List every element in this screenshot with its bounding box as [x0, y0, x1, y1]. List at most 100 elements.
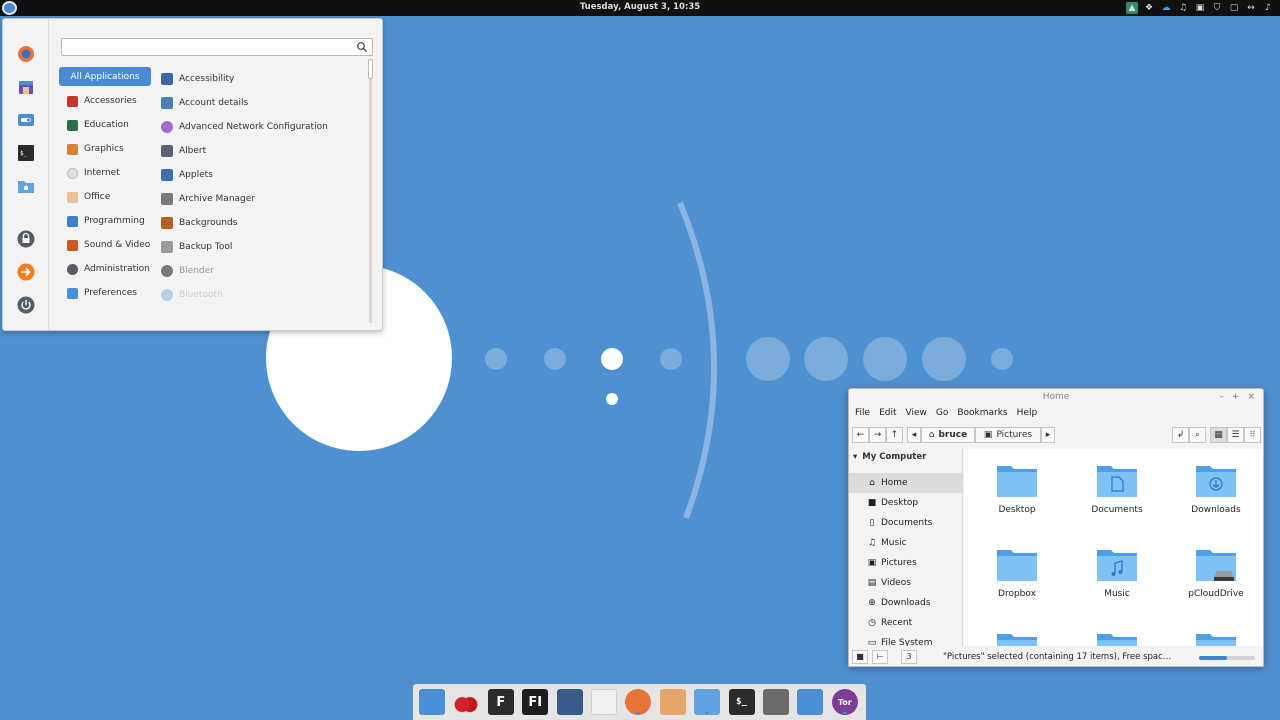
up-button[interactable]: ↑	[886, 427, 903, 443]
app-accessibility[interactable]: Accessibility	[161, 67, 365, 91]
category-sound-video[interactable]: Sound & Video	[59, 233, 151, 257]
clipboard-icon[interactable]: ▣	[1194, 2, 1206, 14]
app-applets[interactable]: Applets	[161, 163, 365, 187]
sidebar-item-videos[interactable]: ▤ Videos	[849, 573, 962, 593]
sidebar-item-file-system[interactable]: ▭ File System	[849, 633, 962, 646]
status-text: "Pictures" selected (containing 17 items…	[943, 652, 1175, 662]
lock-icon[interactable]	[17, 230, 35, 248]
menu-bookmarks[interactable]: Bookmarks	[957, 408, 1007, 418]
sidebar-item-recent[interactable]: ◷ Recent	[849, 613, 962, 633]
list-view-button[interactable]: ☰	[1227, 427, 1244, 443]
category-graphics[interactable]: Graphics	[59, 137, 151, 161]
show-tree-button[interactable]: ⊢	[872, 650, 888, 664]
back-button[interactable]: ←	[852, 427, 869, 443]
eye-icon[interactable]	[659, 689, 686, 715]
folder-icon[interactable]	[694, 689, 721, 715]
breadcrumb-bruce[interactable]: ⌂ bruce	[921, 427, 975, 443]
menu-scrollbar-thumb[interactable]	[368, 59, 373, 79]
folder-partial[interactable]	[1072, 617, 1162, 646]
media-player-icon[interactable]	[556, 689, 583, 715]
network-icon[interactable]: ↔	[1245, 2, 1257, 14]
folder-music[interactable]: Music	[1072, 533, 1162, 599]
power-icon[interactable]	[17, 296, 35, 314]
menu-file[interactable]: File	[855, 408, 870, 418]
folder-downloads[interactable]: Downloads	[1171, 449, 1261, 515]
app-blender[interactable]: Blender	[161, 259, 365, 283]
window-icon[interactable]: ▢	[1228, 2, 1240, 14]
folder-pclouddrive[interactable]: pCloudDrive	[1171, 533, 1261, 599]
sidebar-heading[interactable]: ▾ My Computer	[849, 449, 962, 465]
app-advanced-network-configuration[interactable]: Advanced Network Configuration	[161, 115, 365, 139]
folder-partial[interactable]	[1171, 617, 1261, 646]
terminal-icon[interactable]: $_	[728, 689, 755, 715]
app-backup-tool[interactable]: Backup Tool	[161, 235, 365, 259]
volume-icon[interactable]: ♪	[1262, 2, 1274, 14]
sidebar-item-desktop[interactable]: ■ Desktop	[849, 493, 962, 513]
category-preferences[interactable]: Preferences	[59, 281, 151, 305]
sidebar-item-music[interactable]: ♫ Music	[849, 533, 962, 553]
bell-icon[interactable]: ♫	[1177, 2, 1189, 14]
menu-go[interactable]: Go	[936, 408, 948, 418]
fi-icon[interactable]: FI	[522, 689, 549, 715]
maximize-icon[interactable]: +	[1232, 389, 1240, 405]
folder-documents[interactable]: Documents	[1072, 449, 1162, 515]
panel-clock[interactable]: Tuesday, August 3, 10:35	[0, 2, 1280, 12]
icon-view-button[interactable]: ▦	[1210, 427, 1227, 443]
sidebar-item-home[interactable]: ⌂ Home	[849, 473, 962, 493]
app-bluetooth[interactable]: Bluetooth	[161, 283, 365, 307]
files-icon[interactable]	[17, 177, 35, 195]
app-archive-manager[interactable]: Archive Manager	[161, 187, 365, 211]
search-button[interactable]: ⌕	[1189, 427, 1206, 443]
cherry-icon[interactable]	[453, 689, 480, 715]
forward-button[interactable]: →	[869, 427, 886, 443]
close-icon[interactable]: ×	[1247, 389, 1255, 405]
firefox-icon[interactable]	[625, 689, 652, 715]
app-account-details[interactable]: Account details	[161, 91, 365, 115]
menu-help[interactable]: Help	[1017, 408, 1038, 418]
folder-partial[interactable]	[972, 617, 1062, 646]
shield-icon[interactable]: ⛉	[1211, 2, 1223, 14]
package-icon[interactable]	[763, 689, 789, 715]
breadcrumb-left-button[interactable]: ◂	[907, 427, 921, 443]
show-places-button[interactable]: ■	[852, 650, 868, 664]
app-backgrounds[interactable]: Backgrounds	[161, 211, 365, 235]
category-programming[interactable]: Programming	[59, 209, 151, 233]
sidebar-item-downloads[interactable]: ⊕ Downloads	[849, 593, 962, 613]
terminal-icon[interactable]: $_	[17, 144, 35, 162]
category-office[interactable]: Office	[59, 185, 151, 209]
category-administration[interactable]: Administration	[59, 257, 151, 281]
tor-icon[interactable]: Tor	[831, 689, 858, 715]
software-store-icon[interactable]	[17, 78, 35, 96]
breadcrumb-pictures[interactable]: ▣ Pictures	[975, 427, 1041, 443]
chart-icon[interactable]: ▲	[1126, 2, 1138, 14]
dropbox-icon[interactable]: ❖	[1143, 2, 1155, 14]
search-icon[interactable]	[356, 41, 368, 53]
minimize-icon[interactable]: –	[1219, 389, 1224, 405]
folder-desktop[interactable]: Desktop	[972, 449, 1062, 515]
sidebar-item-pictures[interactable]: ▣ Pictures	[849, 553, 962, 573]
toggle-icon[interactable]	[797, 689, 824, 715]
category-all-applications[interactable]: All Applications	[59, 67, 151, 86]
menu-scrollbar[interactable]	[368, 59, 373, 323]
menu-edit[interactable]: Edit	[879, 408, 896, 418]
status-count-badge[interactable]: 3	[901, 650, 917, 664]
logout-icon[interactable]	[17, 263, 35, 281]
f-icon[interactable]: F	[487, 689, 514, 715]
sidebar-item-documents[interactable]: ▯ Documents	[849, 513, 962, 533]
app-albert[interactable]: Albert	[161, 139, 365, 163]
folder-dropbox[interactable]: Dropbox	[972, 533, 1062, 599]
text-editor-icon[interactable]	[591, 689, 617, 715]
menu-search-input[interactable]	[62, 39, 352, 55]
compact-view-button[interactable]: ⁝⁝	[1244, 427, 1261, 443]
toggle-location-button[interactable]: ↲	[1172, 427, 1189, 443]
settings-icon[interactable]	[17, 111, 35, 129]
window-titlebar[interactable]: Home – + ×	[849, 389, 1263, 405]
category-internet[interactable]: Internet	[59, 161, 151, 185]
category-accessories[interactable]: Accessories	[59, 89, 151, 113]
cloud-icon[interactable]: ☁	[1160, 2, 1172, 14]
firefox-icon[interactable]	[17, 45, 35, 63]
file-manager-icon[interactable]	[419, 689, 445, 715]
menu-view[interactable]: View	[906, 408, 927, 418]
category-education[interactable]: Education	[59, 113, 151, 137]
breadcrumb-right-button[interactable]: ▸	[1041, 427, 1055, 443]
